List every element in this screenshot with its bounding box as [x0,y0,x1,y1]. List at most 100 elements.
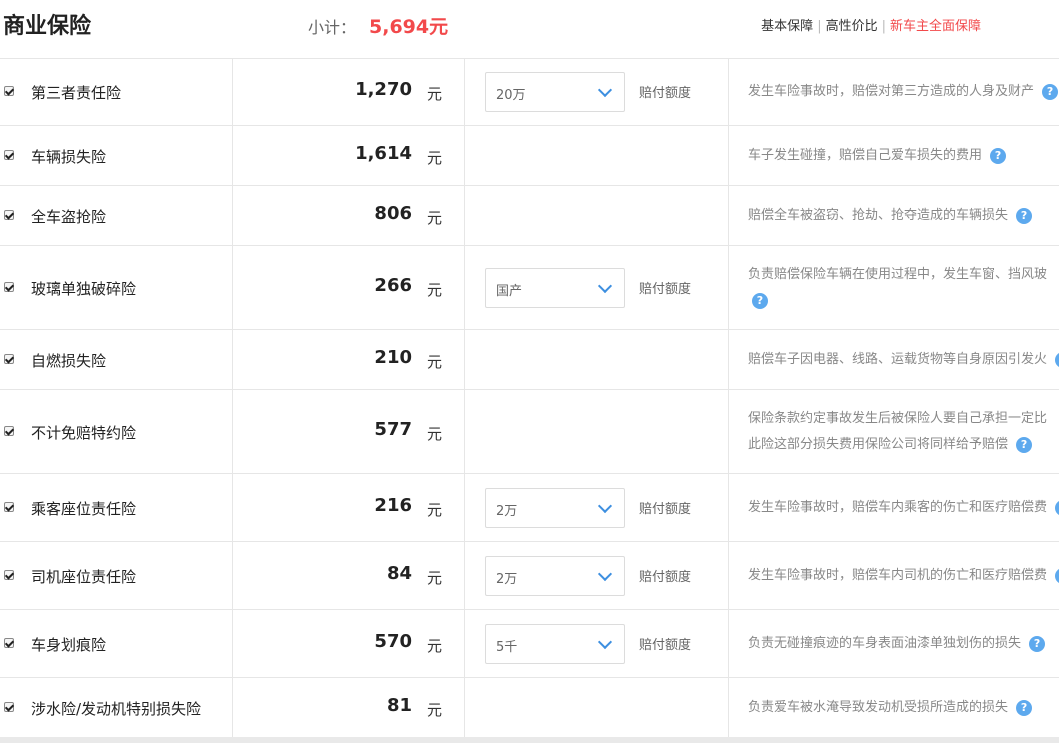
column-divider [728,126,729,185]
premium-amount: 210 [374,347,412,368]
help-icon[interactable]: ? [752,292,768,309]
description-line: 发生车险事故时，赔偿车内司机的伤亡和医疗赔偿费 [748,568,1048,583]
select-value: 5千 [496,640,518,655]
premium-amount: 806 [374,203,412,224]
coverage-amount-label: 赔付额度 [639,282,692,297]
help-icon[interactable]: ? [1016,207,1033,224]
coverage-amount-label: 赔付额度 [639,570,692,585]
coverage-description: 负责爱车被水淹导致发动机受损所造成的损失? [748,695,1059,721]
help-icon[interactable]: ? [1016,699,1033,716]
column-divider [464,390,465,473]
column-divider [464,610,465,677]
insurance-row: 司机座位责任险 84 元 2万 赔付额度 发生车险事故时，赔偿车内司机的伤亡和医疗赔偿费? [0,542,1059,610]
premium-amount: 84 [386,563,412,584]
subtotal-label: 小计： [308,18,357,37]
description-line: 负责赔偿保险车辆在使用过程中，发生车窗、挡风玻 [748,267,1048,282]
include-checkbox[interactable] [4,282,14,292]
plan-links: 基本保障 | 高性价比 | 新车主全面保障 [761,19,981,34]
column-divider [232,330,233,389]
insurance-row: 不计免赔特约险 577 元 保险条款约定事故发生后被保险人要自己承担一定比 此险这部分损… [0,390,1059,474]
column-divider [728,246,729,329]
currency-unit: 元 [427,281,443,299]
column-divider [728,390,729,473]
premium-amount: 81 [386,695,412,716]
column-divider [728,542,729,609]
column-divider [232,678,233,737]
include-checkbox[interactable] [4,210,14,220]
coverage-amount-select[interactable]: 国产 [485,268,625,308]
help-icon[interactable]: ? [1016,436,1033,453]
column-divider [232,58,233,125]
include-checkbox[interactable] [4,150,14,160]
include-checkbox[interactable] [4,638,14,648]
premium-amount: 570 [374,631,412,652]
plan-new-owner-link[interactable]: 新车主全面保障 [890,19,981,34]
premium-amount: 577 [374,419,412,440]
description-line: 发生车险事故时，赔偿车内乘客的伤亡和医疗赔偿费 [748,500,1048,515]
insurance-list: 第三者责任险 1,270 元 20万 赔付额度 发生车险事故时，赔偿对第三方造成的人身及财… [0,58,1059,738]
help-icon[interactable]: ? [1042,83,1059,100]
coverage-name: 全车盗抢险 [31,208,107,226]
include-checkbox[interactable] [4,354,14,364]
help-icon[interactable]: ? [1029,635,1046,652]
column-divider [232,610,233,677]
coverage-amount-select[interactable]: 5千 [485,624,625,664]
select-value: 20万 [496,88,526,103]
currency-unit: 元 [427,85,443,103]
coverage-description: 车子发生碰撞，赔偿自己爱车损失的费用? [748,143,1059,169]
column-divider [464,126,465,185]
column-divider [232,474,233,541]
include-checkbox[interactable] [4,86,14,96]
coverage-description: 发生车险事故时，赔偿车内乘客的伤亡和医疗赔偿费? [748,495,1059,521]
plan-basic-link[interactable]: 基本保障 [761,19,813,34]
chevron-down-icon [597,566,613,582]
section-header: 商业保险 小计： 5,694元 基本保障 | 高性价比 | 新车主全面保障 [0,0,1059,59]
coverage-name: 涉水险/发动机特别损失险 [31,700,202,718]
coverage-amount-select[interactable]: 2万 [485,488,625,528]
currency-unit: 元 [427,501,443,519]
select-value: 2万 [496,572,518,587]
description-line: 负责无碰撞痕迹的车身表面油漆单独划伤的损失 [748,636,1022,651]
chevron-down-icon [597,82,613,98]
chevron-down-icon [597,278,613,294]
description-line: 负责爱车被水淹导致发动机受损所造成的损失 [748,700,1009,715]
column-divider [728,58,729,125]
column-divider [464,542,465,609]
insurance-row: 自燃损失险 210 元 赔偿车子因电器、线路、运载货物等自身原因引发火? [0,330,1059,390]
coverage-amount-label: 赔付额度 [639,502,692,517]
coverage-description: 发生车险事故时，赔偿车内司机的伤亡和医疗赔偿费? [748,563,1059,589]
column-divider [464,330,465,389]
currency-unit: 元 [427,149,443,167]
insurance-row: 第三者责任险 1,270 元 20万 赔付额度 发生车险事故时，赔偿对第三方造成的人身及财… [0,58,1059,126]
description-line: 保险条款约定事故发生后被保险人要自己承担一定比 [748,411,1048,426]
coverage-name: 第三者责任险 [31,84,122,102]
currency-unit: 元 [427,569,443,587]
coverage-name: 车辆损失险 [31,148,107,166]
coverage-amount-label: 赔付额度 [639,86,692,101]
column-divider [464,246,465,329]
include-checkbox[interactable] [4,426,14,436]
include-checkbox[interactable] [4,502,14,512]
include-checkbox[interactable] [4,702,14,712]
bottom-divider [0,737,1059,743]
premium-amount: 216 [374,495,412,516]
coverage-description: 保险条款约定事故发生后被保险人要自己承担一定比 此险这部分损失费用保险公司将同样给… [748,406,1059,458]
help-icon[interactable]: ? [990,147,1007,164]
coverage-name: 玻璃单独破碎险 [31,280,137,298]
column-divider [464,678,465,737]
coverage-amount-select[interactable]: 20万 [485,72,625,112]
help-icon[interactable]: ? [1055,499,1059,516]
plan-value-link[interactable]: 高性价比 [826,19,878,34]
premium-amount: 1,614 [355,143,412,164]
coverage-description: 赔偿全车被盗窃、抢劫、抢夺造成的车辆损失? [748,203,1059,229]
description-line: 赔偿车子因电器、线路、运载货物等自身原因引发火 [748,352,1048,367]
coverage-amount-select[interactable]: 2万 [485,556,625,596]
include-checkbox[interactable] [4,570,14,580]
column-divider [728,678,729,737]
currency-unit: 元 [427,425,443,443]
column-divider [464,58,465,125]
column-divider [728,330,729,389]
help-icon[interactable]: ? [1055,351,1059,368]
help-icon[interactable]: ? [1055,567,1059,584]
coverage-description: 负责无碰撞痕迹的车身表面油漆单独划伤的损失? [748,631,1059,657]
